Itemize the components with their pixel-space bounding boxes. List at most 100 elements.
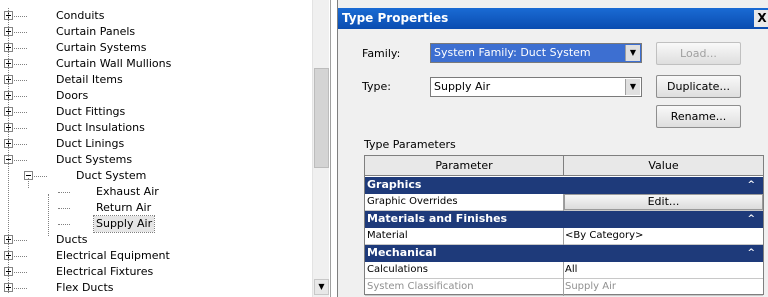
column-header-parameter[interactable]: Parameter [365, 156, 564, 176]
scroll-thumb[interactable] [314, 68, 329, 168]
edit-button[interactable]: Edit... [564, 194, 763, 210]
parameter-value: <By Category> [565, 230, 644, 241]
chevron-down-icon[interactable]: ▼ [625, 79, 640, 95]
tree-connector [14, 80, 27, 81]
type-parameters-grid: Parameter Value Graphics ^ Graphic Overrid… [364, 155, 764, 296]
tree-item[interactable]: Supply Air [0, 215, 312, 233]
tree-item-label: Curtain Systems [56, 41, 147, 54]
tree-connector [14, 96, 27, 97]
tree-item-label: Duct Systems [56, 153, 133, 166]
tree-item[interactable]: Flex Ducts [0, 280, 312, 296]
column-divider [563, 228, 564, 245]
section-title: Materials and Finishes [367, 212, 508, 225]
parameter-row[interactable]: System Classification Supply Air [365, 279, 763, 296]
section-header[interactable]: Mechanical ^ [365, 245, 763, 262]
tree-connector [14, 288, 27, 289]
tree-connector [14, 144, 27, 145]
scroll-down-arrow-icon[interactable]: ▼ [314, 279, 329, 295]
dialog-title: Type Properties [342, 11, 449, 25]
tree-connector [14, 256, 27, 257]
close-icon[interactable]: X [754, 10, 768, 27]
parameter-row[interactable]: Material <By Category> [365, 228, 763, 245]
tree-item-label: Conduits [56, 9, 105, 22]
family-dropdown[interactable]: System Family: Duct System ▼ [430, 43, 642, 63]
tree-connector [14, 32, 27, 33]
tree-connector [14, 240, 27, 241]
tree-item[interactable]: Exhaust Air [0, 184, 312, 200]
parameter-row[interactable]: Calculations All [365, 262, 763, 279]
tree-item[interactable]: Duct Insulations [0, 120, 312, 136]
tree-connector [58, 224, 70, 225]
family-tree: Conduits Curtain Panels Curtain Systems Cur… [0, 0, 331, 297]
tree-item[interactable]: Electrical Fixtures [0, 264, 312, 280]
tree-connector [58, 208, 70, 209]
type-label: Type: [362, 80, 391, 93]
tree-item[interactable]: Curtain Wall Mullions [0, 56, 312, 72]
tree-guide-line [48, 194, 49, 236]
family-label: Family: [362, 47, 401, 60]
type-parameters-label: Type Parameters [364, 138, 456, 151]
chevron-down-icon[interactable]: ▼ [625, 45, 640, 61]
tree-item-label: Duct Fittings [56, 105, 126, 118]
tree-item[interactable]: Detail Items [0, 72, 312, 88]
duplicate-button[interactable]: Duplicate... [656, 75, 741, 98]
section-header[interactable]: Graphics ^ [365, 177, 763, 194]
parameter-value: Supply Air [565, 281, 616, 292]
tree-connector [58, 192, 70, 193]
tree-item-label: Detail Items [56, 73, 123, 86]
family-value: System Family: Duct System [434, 46, 591, 59]
tree-item[interactable]: Duct Linings [0, 136, 312, 152]
type-properties-dialog: Type Properties X Family: System Family:… [337, 0, 768, 297]
tree-item[interactable]: Doors [0, 88, 312, 104]
tree-item-label: Return Air [96, 201, 152, 214]
collapse-chevron-icon[interactable]: ^ [747, 177, 755, 193]
tree-item-label: Supply Air [92, 215, 156, 233]
tree-connector [14, 272, 27, 273]
tree-item[interactable]: Curtain Panels [0, 24, 312, 40]
tree-item-label: Duct Linings [56, 137, 125, 150]
tree-item[interactable]: Curtain Systems [0, 40, 312, 56]
rename-button[interactable]: Rename... [656, 105, 741, 128]
tree-scrollbar[interactable]: ▼ [312, 0, 329, 297]
tree-item-label: Electrical Fixtures [56, 265, 154, 278]
tree-guide-line [8, 8, 9, 293]
tree-item[interactable]: Return Air [0, 200, 312, 216]
tree-connector [14, 16, 27, 17]
load-button[interactable]: Load... [656, 42, 741, 65]
tree-item-label: Duct System [76, 169, 147, 182]
tree-connector [14, 48, 27, 49]
tree-item-label: Doors [56, 89, 89, 102]
tree-rows: Conduits Curtain Panels Curtain Systems Cur… [0, 8, 312, 296]
parameter-row[interactable]: Graphic Overrides Edit... [365, 194, 763, 211]
column-header-value[interactable]: Value [564, 156, 763, 176]
tree-item-label: Exhaust Air [96, 185, 159, 198]
column-divider [563, 262, 564, 279]
tree-item[interactable]: Duct Systems [0, 152, 312, 168]
type-dropdown[interactable]: Supply Air ▼ [430, 77, 642, 97]
collapse-chevron-icon[interactable]: ^ [747, 245, 755, 261]
tree-item[interactable]: Conduits [0, 8, 312, 24]
tree-item-label: Electrical Equipment [56, 249, 170, 262]
tree-item[interactable]: Electrical Equipment [0, 248, 312, 264]
tree-guide-line [28, 178, 29, 188]
tree-item[interactable]: Ducts [0, 232, 312, 248]
column-divider [563, 279, 564, 296]
parameter-value: All [565, 264, 578, 275]
tree-item-label: Ducts [56, 233, 88, 246]
parameter-name: System Classification [367, 281, 474, 292]
section-header[interactable]: Materials and Finishes ^ [365, 211, 763, 228]
type-value: Supply Air [434, 80, 491, 93]
parameter-name: Graphic Overrides [367, 196, 458, 207]
tree-connector [14, 112, 27, 113]
tree-connector [14, 64, 27, 65]
section-title: Mechanical [367, 246, 437, 259]
tree-item[interactable]: Duct System [0, 168, 312, 184]
tree-item-label: Curtain Panels [56, 25, 136, 38]
tree-connector [34, 176, 47, 177]
dialog-titlebar: Type Properties X [338, 8, 768, 29]
tree-item-label: Duct Insulations [56, 121, 145, 134]
tree-item-label: Curtain Wall Mullions [56, 57, 172, 70]
parameter-name: Calculations [367, 264, 428, 275]
tree-item[interactable]: Duct Fittings [0, 104, 312, 120]
collapse-chevron-icon[interactable]: ^ [747, 211, 755, 227]
